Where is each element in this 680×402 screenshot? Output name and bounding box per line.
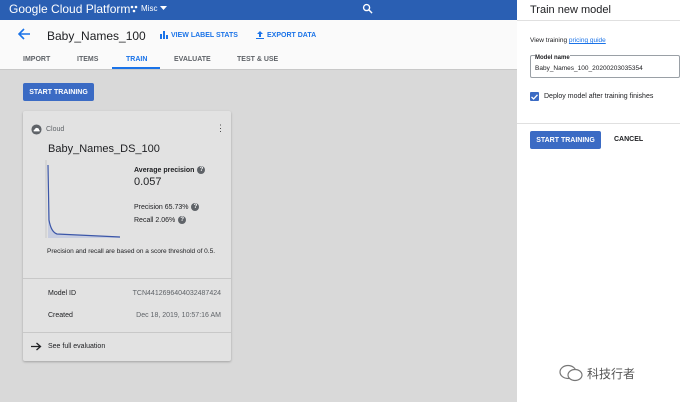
model-card: Cloud ⋮ Baby_Names_DS_100 Average precis… — [23, 111, 231, 361]
tab-import[interactable]: IMPORT — [23, 56, 50, 63]
divider — [517, 123, 680, 124]
threshold-note: Precision and recall are based on a scor… — [47, 248, 216, 255]
tab-bar: IMPORT ITEMS TRAIN EVALUATE TEST & USE — [0, 50, 517, 70]
help-icon[interactable]: ? — [191, 203, 200, 211]
model-id-label: Model ID — [48, 290, 77, 297]
project-icon — [130, 5, 138, 12]
divider — [23, 278, 231, 279]
help-icon[interactable]: ? — [197, 166, 206, 174]
dataset-title: Baby_Names_100 — [47, 29, 146, 43]
model-id-value: TCN4412696404032487424 — [132, 290, 221, 297]
bar-chart-icon — [160, 31, 168, 39]
view-label-stats-label: VIEW LABEL STATS — [171, 31, 238, 39]
model-name-label: Model name — [535, 55, 570, 61]
precision-value: Precision 65.73% — [134, 203, 189, 211]
chart-area — [48, 165, 120, 238]
model-name: Baby_Names_DS_100 — [48, 143, 160, 155]
see-full-evaluation-label: See full evaluation — [48, 343, 106, 350]
more-options-icon[interactable]: ⋮ — [216, 124, 225, 133]
export-data-label: EXPORT DATA — [267, 31, 317, 39]
upload-icon — [256, 31, 264, 39]
export-data-button[interactable]: EXPORT DATA — [256, 31, 316, 39]
tab-test-use[interactable]: TEST & USE — [237, 56, 278, 63]
precision-row: Precision 65.73% ? — [134, 203, 200, 211]
created-value: Dec 18, 2019, 10:57:16 AM — [136, 312, 221, 319]
train-content: START TRAINING Cloud ⋮ Baby_Names_DS_100… — [0, 71, 517, 402]
project-selector[interactable]: Misc — [130, 4, 168, 13]
start-training-button[interactable]: START TRAINING — [23, 83, 94, 101]
tab-train[interactable]: TRAIN — [126, 56, 147, 63]
back-arrow-icon[interactable] — [18, 28, 31, 40]
tab-evaluate[interactable]: EVALUATE — [174, 56, 211, 63]
tab-items[interactable]: ITEMS — [77, 56, 98, 63]
model-source-label: Cloud — [46, 126, 65, 133]
precision-recall-chart — [45, 160, 121, 238]
created-label: Created — [48, 312, 73, 319]
average-precision-value: 0.057 — [134, 176, 162, 188]
recall-value: Recall 2.06% — [134, 216, 176, 224]
see-full-evaluation-link[interactable]: See full evaluation — [31, 342, 105, 351]
cancel-button[interactable]: CANCEL — [614, 136, 643, 143]
model-name-field[interactable]: Model name — [530, 55, 680, 78]
average-precision-label: Average precision ? — [134, 166, 206, 174]
recall-row: Recall 2.06% ? — [134, 216, 187, 224]
search-icon[interactable] — [362, 3, 373, 14]
average-precision-text: Average precision — [134, 166, 195, 174]
arrow-right-icon — [31, 342, 42, 351]
model-name-input[interactable] — [535, 65, 675, 72]
checkmark-icon — [531, 93, 538, 100]
dataset-header: Baby_Names_100 VIEW LABEL STATS EXPORT D… — [0, 20, 517, 50]
chart-curve — [47, 164, 121, 238]
help-icon[interactable]: ? — [178, 216, 187, 224]
panel-title: Train new model — [530, 4, 611, 16]
deploy-checkbox[interactable] — [530, 92, 539, 101]
pricing-text: View training pricing guide — [530, 37, 606, 44]
cloud-icon — [31, 124, 42, 135]
wechat-logo-icon — [559, 364, 583, 382]
view-label-stats-button[interactable]: VIEW LABEL STATS — [160, 31, 238, 39]
watermark-text: 科技行者 — [587, 366, 636, 381]
active-tab-indicator — [112, 67, 160, 69]
pricing-guide-link[interactable]: pricing guide — [569, 37, 606, 44]
deploy-checkbox-label[interactable]: Deploy model after training finishes — [544, 93, 653, 100]
project-name: Misc — [141, 4, 158, 13]
panel-start-training-button[interactable]: START TRAINING — [530, 131, 601, 149]
pricing-prefix: View training — [530, 37, 568, 44]
divider — [23, 332, 231, 333]
brand-logo-text[interactable]: Google Cloud Platform — [9, 2, 130, 16]
chevron-down-icon — [160, 6, 168, 10]
train-new-model-panel: Train new model View training pricing gu… — [517, 0, 680, 402]
watermark: 科技行者 — [558, 364, 635, 382]
divider — [517, 20, 680, 21]
